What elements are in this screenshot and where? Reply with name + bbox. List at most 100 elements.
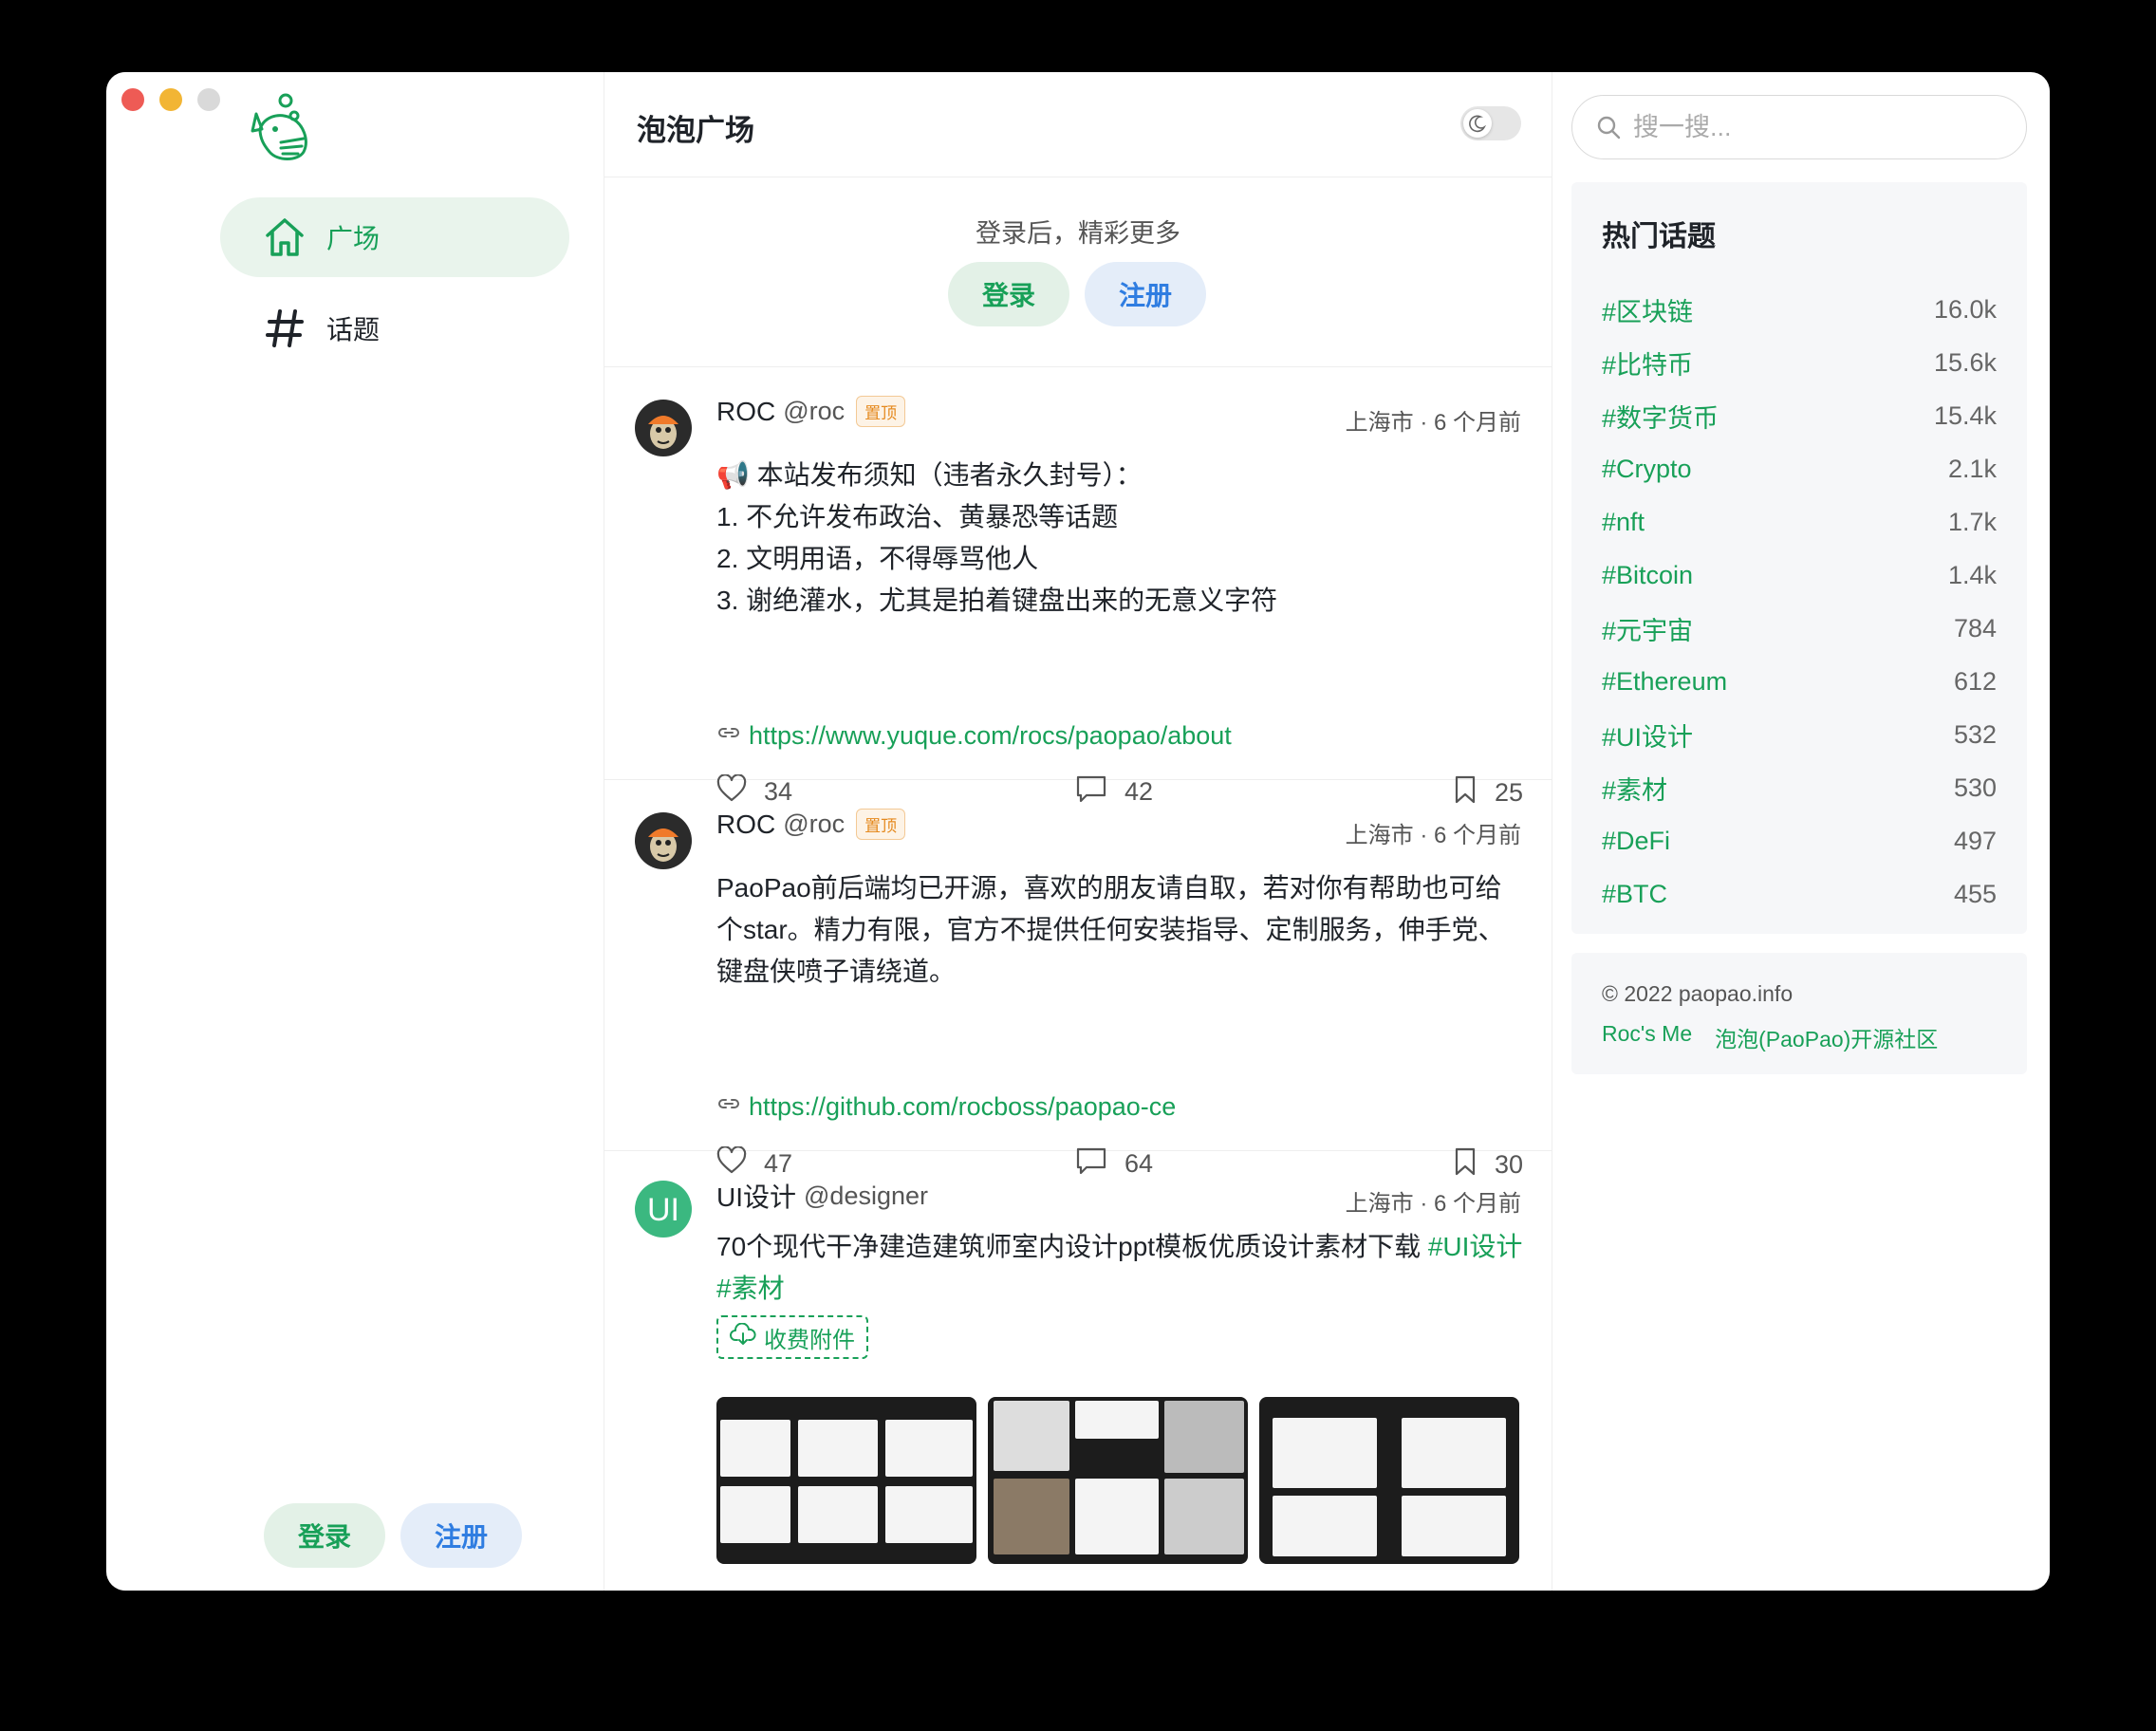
post-card[interactable]: UI UI设计 @designer 上海市 · 6 个月前 70个现代干净建造建… [604, 1150, 1552, 1591]
hot-topic-count: 15.6k [1933, 347, 1997, 377]
main-feed: 泡泡广场 登录后，精彩更多 登录 注册 ROC @roc 置顶 上海市 · 6 … [604, 72, 1552, 1591]
post-images [716, 1397, 1519, 1564]
hot-topic-row[interactable]: #区块链 16.0k [1602, 283, 1997, 336]
hot-topic-row[interactable]: #比特币 15.6k [1602, 336, 1997, 389]
post-author: ROC @roc 置顶 [716, 809, 906, 840]
post-link[interactable]: https://github.com/rocboss/paopao-ce [716, 1091, 1176, 1123]
theme-toggle[interactable] [1460, 106, 1521, 140]
post-image[interactable] [988, 1397, 1248, 1564]
hot-topic-count: 532 [1953, 719, 1997, 749]
author-nickname[interactable]: ROC [716, 397, 775, 427]
link-icon [716, 1091, 741, 1123]
avatar[interactable]: UI [635, 1181, 692, 1238]
hot-topic-tag[interactable]: #Bitcoin [1602, 561, 1693, 590]
login-panel-buttons: 登录 注册 [948, 262, 1206, 326]
footer-links: Roc's Me 泡泡(PaoPao)开源社区 [1602, 1021, 1938, 1053]
hot-topics-title: 热门话题 [1602, 221, 1716, 252]
post-image[interactable] [1259, 1397, 1519, 1564]
hot-topic-tag[interactable]: #区块链 [1602, 291, 1693, 328]
post-author: UI设计 @designer [716, 1177, 928, 1215]
sidebar-item-topics[interactable]: 话题 [220, 288, 569, 368]
register-button[interactable]: 注册 [1085, 262, 1206, 326]
post-card[interactable]: ROC @roc 置顶 上海市 · 6 个月前 📢 本站发布须知（违者永久封号）… [604, 367, 1552, 780]
bubble-whale-logo-icon[interactable] [249, 93, 315, 163]
post-author: ROC @roc 置顶 [716, 396, 906, 427]
sidebar-item-label: 广场 [326, 224, 381, 253]
sidebar-register-button[interactable]: 注册 [400, 1503, 522, 1568]
hot-topic-row[interactable]: #DeFi 497 [1602, 814, 1997, 867]
login-tip-text: 登录后，精彩更多 [976, 219, 1180, 248]
pinned-badge: 置顶 [856, 396, 906, 427]
hot-topic-count: 497 [1953, 826, 1997, 855]
post-image[interactable] [716, 1397, 976, 1564]
page-title: 泡泡广场 [637, 114, 754, 147]
author-handle[interactable]: @roc [783, 810, 845, 839]
post-tag[interactable]: #素材 [716, 1274, 785, 1303]
post-line: 1. 不允许发布政治、黄暴恐等话题 [716, 502, 1119, 531]
post-tag[interactable]: #UI设计 [1428, 1232, 1523, 1261]
attachment-label: 收费附件 [764, 1327, 855, 1353]
hot-topic-tag[interactable]: #nft [1602, 508, 1645, 537]
app-window: 广场 话题 登录 注册 泡泡广场 登录后，精彩更多 登录 注册 ROC @roc… [106, 72, 2050, 1591]
avatar[interactable] [635, 812, 692, 869]
hot-topic-tag[interactable]: #素材 [1602, 770, 1667, 807]
paid-attachment-button[interactable]: 收费附件 [716, 1315, 868, 1359]
post-meta: 上海市 · 6 个月前 [1345, 410, 1521, 436]
footer-link-paopao-community[interactable]: 泡泡(PaoPao)开源社区 [1715, 1021, 1938, 1053]
hot-topic-row[interactable]: #Bitcoin 1.4k [1602, 549, 1997, 602]
hot-topic-row[interactable]: #Crypto 2.1k [1602, 442, 1997, 495]
hot-topic-row[interactable]: #素材 530 [1602, 761, 1997, 814]
post-meta: 上海市 · 6 个月前 [1345, 1191, 1521, 1217]
author-handle[interactable]: @designer [804, 1182, 928, 1211]
post-line: 📢 本站发布须知（违者永久封号）： [716, 460, 1143, 490]
avatar-text: UI [647, 1192, 679, 1228]
hot-topic-tag[interactable]: #DeFi [1602, 827, 1670, 856]
login-button[interactable]: 登录 [948, 262, 1069, 326]
cloud-download-icon [730, 1322, 756, 1352]
search-box[interactable] [1571, 95, 2027, 159]
post-link[interactable]: https://www.yuque.com/rocs/paopao/about [716, 720, 1232, 752]
post-content: PaoPao前后端均已开源，喜欢的朋友请自取，若对你有帮助也可给个star。精力… [716, 867, 1523, 993]
hot-topic-count: 784 [1953, 613, 1997, 642]
footer-link-rocs-me[interactable]: Roc's Me [1602, 1021, 1692, 1053]
hot-topic-tag[interactable]: #数字货币 [1602, 398, 1719, 435]
hot-topic-row[interactable]: #元宇宙 784 [1602, 602, 1997, 655]
copyright-text: © 2022 paopao.info [1602, 981, 1794, 1006]
avatar[interactable] [635, 400, 692, 456]
sidebar-login-button[interactable]: 登录 [264, 1503, 385, 1568]
hot-topic-row[interactable]: #数字货币 15.4k [1602, 389, 1997, 442]
post-text: 70个现代干净建造建筑师室内设计ppt模板优质设计素材下载 [716, 1232, 1428, 1261]
post-card[interactable]: ROC @roc 置顶 上海市 · 6 个月前 PaoPao前后端均已开源，喜欢… [604, 780, 1552, 1151]
login-prompt-panel: 登录后，精彩更多 登录 注册 [604, 177, 1552, 367]
search-input[interactable] [1631, 105, 2005, 149]
right-sidebar: 热门话题 #区块链 16.0k #比特币 15.6k #数字货币 15.4k #Crypto… [1551, 72, 2050, 1591]
post-link-text[interactable]: https://www.yuque.com/rocs/paopao/about [749, 721, 1232, 751]
hot-topics-list: #区块链 16.0k #比特币 15.6k #数字货币 15.4k #Crypto 2.1k #… [1602, 283, 1997, 921]
hot-topic-row[interactable]: #Ethereum 612 [1602, 655, 1997, 708]
hot-topic-row[interactable]: #UI设计 532 [1602, 708, 1997, 761]
sidebar-item-square[interactable]: 广场 [220, 197, 569, 277]
hot-topic-tag[interactable]: #元宇宙 [1602, 610, 1693, 647]
hot-topic-tag[interactable]: #Ethereum [1602, 667, 1727, 697]
hash-icon [262, 306, 307, 351]
hot-topic-count: 1.4k [1947, 560, 1997, 589]
link-icon [716, 720, 741, 752]
hot-topic-tag[interactable]: #Crypto [1602, 455, 1692, 484]
hot-topics-panel: 热门话题 #区块链 16.0k #比特币 15.6k #数字货币 15.4k #Crypto… [1571, 182, 2027, 934]
sidebar-auth-buttons: 登录 注册 [264, 1503, 522, 1568]
hot-topic-tag[interactable]: #BTC [1602, 880, 1667, 909]
hot-topic-count: 455 [1953, 879, 1997, 908]
author-handle[interactable]: @roc [783, 397, 845, 426]
author-nickname[interactable]: UI设计 [716, 1177, 796, 1215]
post-line: 2. 文明用语，不得辱骂他人 [716, 544, 1039, 573]
hot-topic-tag[interactable]: #比特币 [1602, 344, 1693, 382]
footer-panel: © 2022 paopao.info Roc's Me 泡泡(PaoPao)开源… [1571, 953, 2027, 1074]
post-link-text[interactable]: https://github.com/rocboss/paopao-ce [749, 1092, 1176, 1122]
hot-topic-row[interactable]: #BTC 455 [1602, 867, 1997, 921]
moon-icon [1463, 109, 1492, 138]
hot-topic-row[interactable]: #nft 1.7k [1602, 495, 1997, 549]
author-nickname[interactable]: ROC [716, 810, 775, 840]
hot-topic-tag[interactable]: #UI设计 [1602, 717, 1693, 754]
post-meta: 上海市 · 6 个月前 [1345, 823, 1521, 848]
post-content: 📢 本站发布须知（违者永久封号）： 1. 不允许发布政治、黄暴恐等话题 2. 文… [716, 455, 1523, 622]
